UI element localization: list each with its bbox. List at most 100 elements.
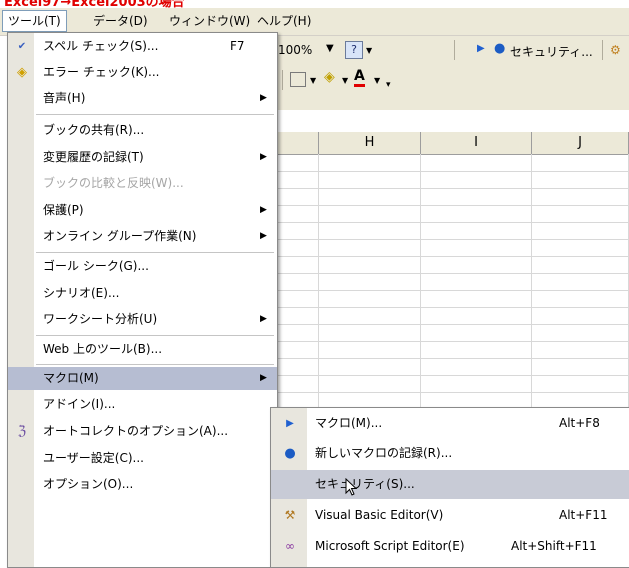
menu-item-label: 変更履歴の記録(T) xyxy=(43,150,144,164)
menu-item-options[interactable]: オプション(O)... xyxy=(8,473,277,496)
autocorrect-icon: ℨ xyxy=(17,424,26,439)
submenu-item-label: Visual Basic Editor(V) xyxy=(315,508,444,522)
font-color-dropdown-icon[interactable]: ▼ xyxy=(374,76,380,85)
submenu-arrow-icon: ▶ xyxy=(260,205,267,215)
record-icon: ● xyxy=(284,446,296,461)
column-header-i[interactable]: I xyxy=(421,132,532,155)
submenu-item-script-editor[interactable]: ∞ Microsoft Script Editor(E) Alt+Shift+F… xyxy=(271,532,629,561)
menu-item-protection[interactable]: 保護(P) ▶ xyxy=(8,199,277,222)
mouse-cursor-icon xyxy=(345,478,358,496)
menu-item-scenarios[interactable]: シナリオ(E)... xyxy=(8,282,277,305)
menu-separator xyxy=(36,252,274,253)
submenu-arrow-icon: ▶ xyxy=(260,93,267,103)
menu-separator xyxy=(36,364,274,365)
menu-item-formula-auditing[interactable]: ワークシート分析(U) ▶ xyxy=(8,308,277,331)
zoom-box[interactable]: 100% xyxy=(278,43,312,57)
run-macro-icon[interactable]: ▶ xyxy=(477,43,485,54)
gridline xyxy=(262,290,629,291)
error-check-icon: ◈ xyxy=(17,65,27,80)
play-icon: ▶ xyxy=(286,418,294,429)
menu-item-error-check[interactable]: ◈ エラー チェック(K)... xyxy=(8,61,277,84)
menu-item-label: マクロ(M) xyxy=(43,371,99,385)
submenu-item-security[interactable]: セキュリティ(S)... xyxy=(271,470,629,499)
toolbar-options-icon[interactable]: ▾ xyxy=(386,80,391,90)
menu-separator xyxy=(36,114,274,115)
menu-item-label: スペル チェック(S)... xyxy=(43,39,159,53)
menu-item-goal-seek[interactable]: ゴール シーク(G)... xyxy=(8,255,277,278)
menu-item-web-tools[interactable]: Web 上のツール(B)... xyxy=(8,338,277,361)
menu-help[interactable]: ヘルプ(H) xyxy=(252,11,316,31)
submenu-arrow-icon: ▶ xyxy=(260,231,267,241)
gridline xyxy=(262,188,629,189)
menu-item-track-changes[interactable]: 変更履歴の記録(T) ▶ xyxy=(8,146,277,169)
submenu-item-shortcut: Alt+F11 xyxy=(559,508,608,522)
title-banner: Excel97→Excel2003の場合 xyxy=(4,0,185,8)
menu-item-online-collaboration[interactable]: オンライン グループ作業(N) ▶ xyxy=(8,225,277,248)
submenu-item-label: セキュリティ(S)... xyxy=(315,477,415,491)
menu-item-macro[interactable]: マクロ(M) ▶ xyxy=(8,367,277,390)
menu-item-label: アドイン(I)... xyxy=(43,397,116,411)
submenu-item-record-macro[interactable]: ● 新しいマクロの記録(R)... xyxy=(271,439,629,468)
menu-item-label: オプション(O)... xyxy=(43,477,134,491)
menu-item-label: ブックの比較と反映(W)... xyxy=(43,176,184,190)
column-header-j[interactable]: J xyxy=(532,132,629,155)
gridline xyxy=(262,307,629,308)
menu-window[interactable]: ウィンドウ(W) xyxy=(164,11,255,31)
formula-bar[interactable] xyxy=(262,110,629,133)
menu-item-label: ワークシート分析(U) xyxy=(43,312,158,326)
gridline xyxy=(262,239,629,240)
submenu-arrow-icon: ▶ xyxy=(260,152,267,162)
toolbar-separator xyxy=(454,40,455,60)
borders-dropdown-icon[interactable]: ▼ xyxy=(310,76,316,85)
menu-item-customize[interactable]: ユーザー設定(C)... xyxy=(8,447,277,470)
gridline xyxy=(262,392,629,393)
macro-submenu: ▶ マクロ(M)... Alt+F8 ● 新しいマクロの記録(R)... セキュ… xyxy=(270,407,629,568)
column-header-h[interactable]: H xyxy=(319,132,421,155)
gridline xyxy=(262,375,629,376)
fill-color-icon[interactable]: ◈ xyxy=(324,69,335,85)
gridline xyxy=(262,171,629,172)
menu-tools[interactable]: ツール(T) xyxy=(2,10,67,32)
vb-editor-icon: ⚒ xyxy=(284,508,296,522)
submenu-item-vb-editor[interactable]: ⚒ Visual Basic Editor(V) Alt+F11 xyxy=(271,501,629,530)
security-toolbar-button[interactable]: セキュリティ... xyxy=(510,43,593,60)
submenu-item-label: 新しいマクロの記録(R)... xyxy=(315,446,453,460)
record-macro-icon[interactable]: ● xyxy=(494,41,505,56)
submenu-item-shortcut: Alt+Shift+F11 xyxy=(511,539,597,553)
menu-item-label: ブックの共有(R)... xyxy=(43,123,145,137)
menu-item-autocorrect[interactable]: ℨ オートコレクトのオプション(A)... xyxy=(8,420,277,443)
menu-item-label: オートコレクトのオプション(A)... xyxy=(43,424,229,438)
submenu-item-macros[interactable]: ▶ マクロ(M)... Alt+F8 xyxy=(271,409,629,438)
help-icon[interactable]: ? xyxy=(345,41,363,59)
vb-editor-toolbar-icon[interactable]: ⚙ xyxy=(610,43,621,57)
menu-item-speech[interactable]: 音声(H) ▶ xyxy=(8,87,277,110)
menu-item-label: 保護(P) xyxy=(43,203,84,217)
gridline xyxy=(262,341,629,342)
menu-item-label: オンライン グループ作業(N) xyxy=(43,229,197,243)
borders-icon[interactable] xyxy=(290,72,306,87)
menu-item-spell-check[interactable]: ✔ スペル チェック(S)... F7 xyxy=(8,35,277,58)
menu-item-share-workbook[interactable]: ブックの共有(R)... xyxy=(8,119,277,142)
fill-dropdown-icon[interactable]: ▼ xyxy=(342,76,348,85)
help-dropdown-icon[interactable]: ▼ xyxy=(366,46,372,55)
standard-toolbar: ▮ 100% ▼ ? ▼ ▶ ● セキュリティ... ⚙ xyxy=(262,36,629,66)
submenu-item-label: Microsoft Script Editor(E) xyxy=(315,539,465,553)
submenu-arrow-icon: ▶ xyxy=(260,373,267,383)
gridline xyxy=(262,324,629,325)
font-color-icon[interactable]: A xyxy=(354,68,365,87)
toolbar-separator xyxy=(282,70,283,90)
toolbar-separator xyxy=(602,40,603,60)
formatting-toolbar: ≡ ▼ ◈ ▼ A ▼ ▾ xyxy=(262,66,629,111)
menu-item-label: Web 上のツール(B)... xyxy=(43,342,163,356)
gridline xyxy=(262,358,629,359)
menu-item-label: エラー チェック(K)... xyxy=(43,65,160,79)
submenu-arrow-icon: ▶ xyxy=(260,314,267,324)
menu-data[interactable]: データ(D) xyxy=(88,11,153,31)
menu-separator xyxy=(36,335,274,336)
submenu-item-label: マクロ(M)... xyxy=(315,416,383,430)
zoom-dropdown-icon[interactable]: ▼ xyxy=(326,43,334,54)
menu-item-addins[interactable]: アドイン(I)... xyxy=(8,393,277,416)
gridline xyxy=(262,273,629,274)
submenu-item-shortcut: Alt+F8 xyxy=(559,416,600,430)
menu-item-shortcut: F7 xyxy=(230,39,245,53)
